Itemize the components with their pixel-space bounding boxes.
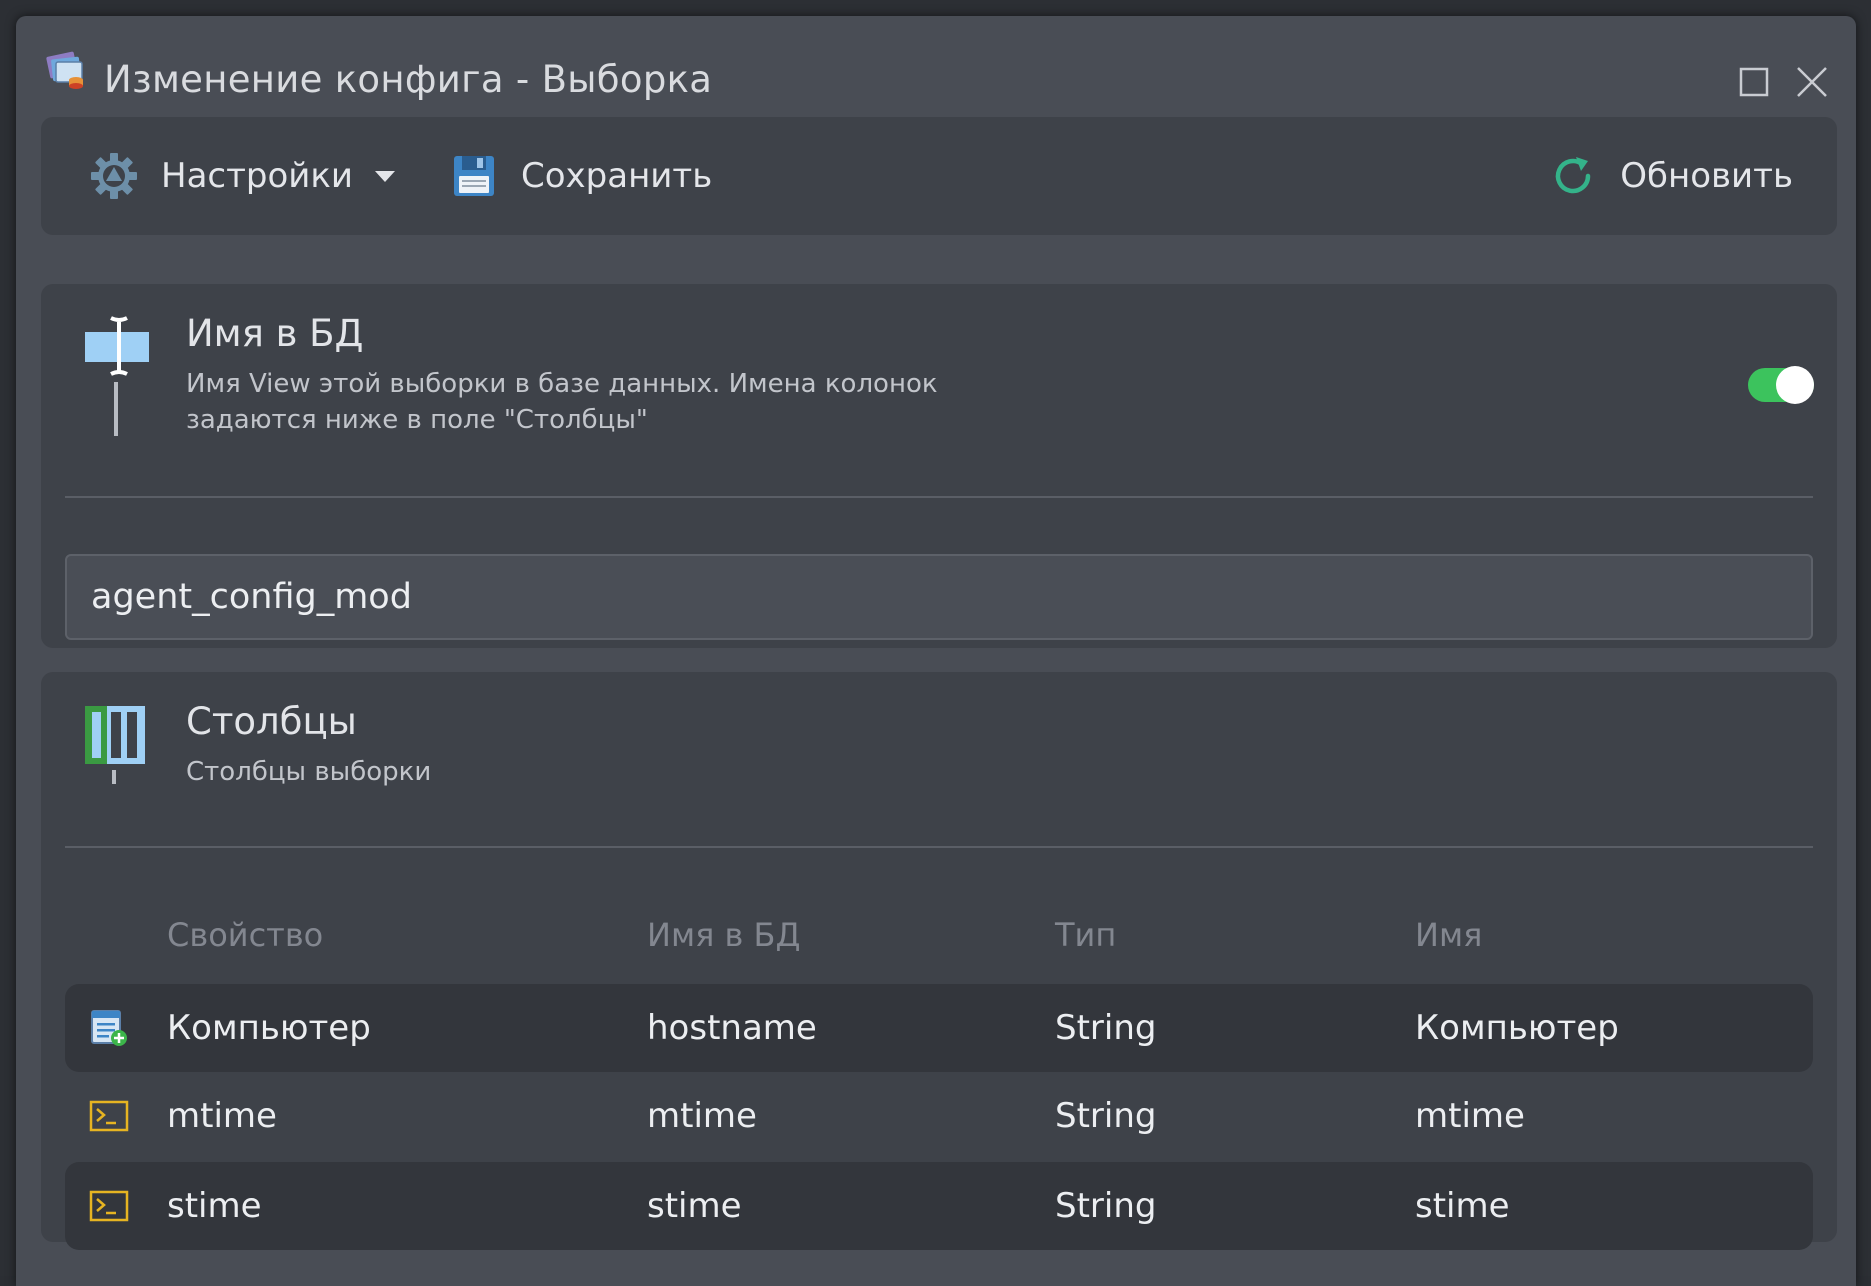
window-title: Изменение конфига - Выборка — [104, 58, 713, 101]
settings-dropdown-button[interactable]: Настройки — [89, 117, 396, 235]
divider — [65, 846, 1813, 848]
refresh-icon — [1556, 157, 1591, 194]
columns-panel: Столбцы Столбцы выборки Свойство Имя в Б… — [41, 672, 1837, 1250]
refresh-button[interactable]: Обновить — [1548, 117, 1793, 235]
toolbar: Настройки Сохранить Обновить — [41, 117, 1837, 235]
column-header-db-name: Имя в БД — [647, 916, 801, 954]
toggle-knob — [1776, 366, 1814, 404]
app-icon — [46, 51, 83, 89]
columns-icon — [85, 706, 145, 784]
column-header-type: Тип — [1055, 916, 1117, 954]
columns-title: Столбцы — [186, 700, 357, 743]
cell-type: String — [1055, 1008, 1157, 1048]
chevron-down-icon — [375, 170, 396, 182]
close-icon[interactable] — [1794, 64, 1830, 100]
save-label: Сохранить — [521, 156, 713, 196]
save-button[interactable]: Сохранить — [449, 117, 712, 235]
column-header-property: Свойство — [167, 916, 324, 954]
terminal-icon — [89, 1190, 129, 1222]
cell-property: stime — [167, 1186, 262, 1226]
cell-name: stime — [1415, 1186, 1510, 1226]
cell-property: Компьютер — [167, 1008, 371, 1048]
cell-type: String — [1055, 1096, 1157, 1136]
table-row[interactable]: Компьютер hostname String Компьютер — [65, 984, 1813, 1072]
cell-db-name: mtime — [647, 1096, 757, 1136]
table-row[interactable]: stime stime String stime — [65, 1162, 1813, 1250]
db-name-description: Имя View этой выборки в базе данных. Име… — [186, 369, 938, 435]
terminal-icon — [89, 1100, 129, 1132]
db-name-title: Имя в БД — [186, 312, 364, 355]
maximize-icon[interactable] — [1736, 64, 1772, 100]
cell-name: Компьютер — [1415, 1008, 1619, 1048]
config-edit-window: Изменение конфига - Выборка Настройки Со… — [16, 16, 1856, 1286]
gear-icon — [91, 153, 137, 199]
cell-db-name: stime — [647, 1186, 742, 1226]
text-field-icon — [85, 316, 149, 436]
columns-description: Столбцы выборки — [186, 757, 432, 787]
title-bar: Изменение конфига - Выборка — [16, 16, 1856, 116]
db-name-panel: Имя в БД Имя View этой выборки в базе да… — [41, 284, 1837, 648]
floppy-disk-icon — [454, 156, 494, 196]
refresh-label: Обновить — [1620, 156, 1793, 196]
cell-db-name: hostname — [647, 1008, 817, 1048]
db-name-toggle[interactable] — [1748, 366, 1814, 404]
settings-label: Настройки — [161, 156, 354, 196]
divider — [65, 496, 1813, 498]
column-header-name: Имя — [1415, 916, 1483, 954]
add-property-icon — [91, 1010, 127, 1046]
db-name-input[interactable] — [65, 554, 1813, 640]
cell-type: String — [1055, 1186, 1157, 1226]
cell-property: mtime — [167, 1096, 277, 1136]
cell-name: mtime — [1415, 1096, 1525, 1136]
table-row[interactable]: mtime mtime String mtime — [65, 1072, 1813, 1160]
